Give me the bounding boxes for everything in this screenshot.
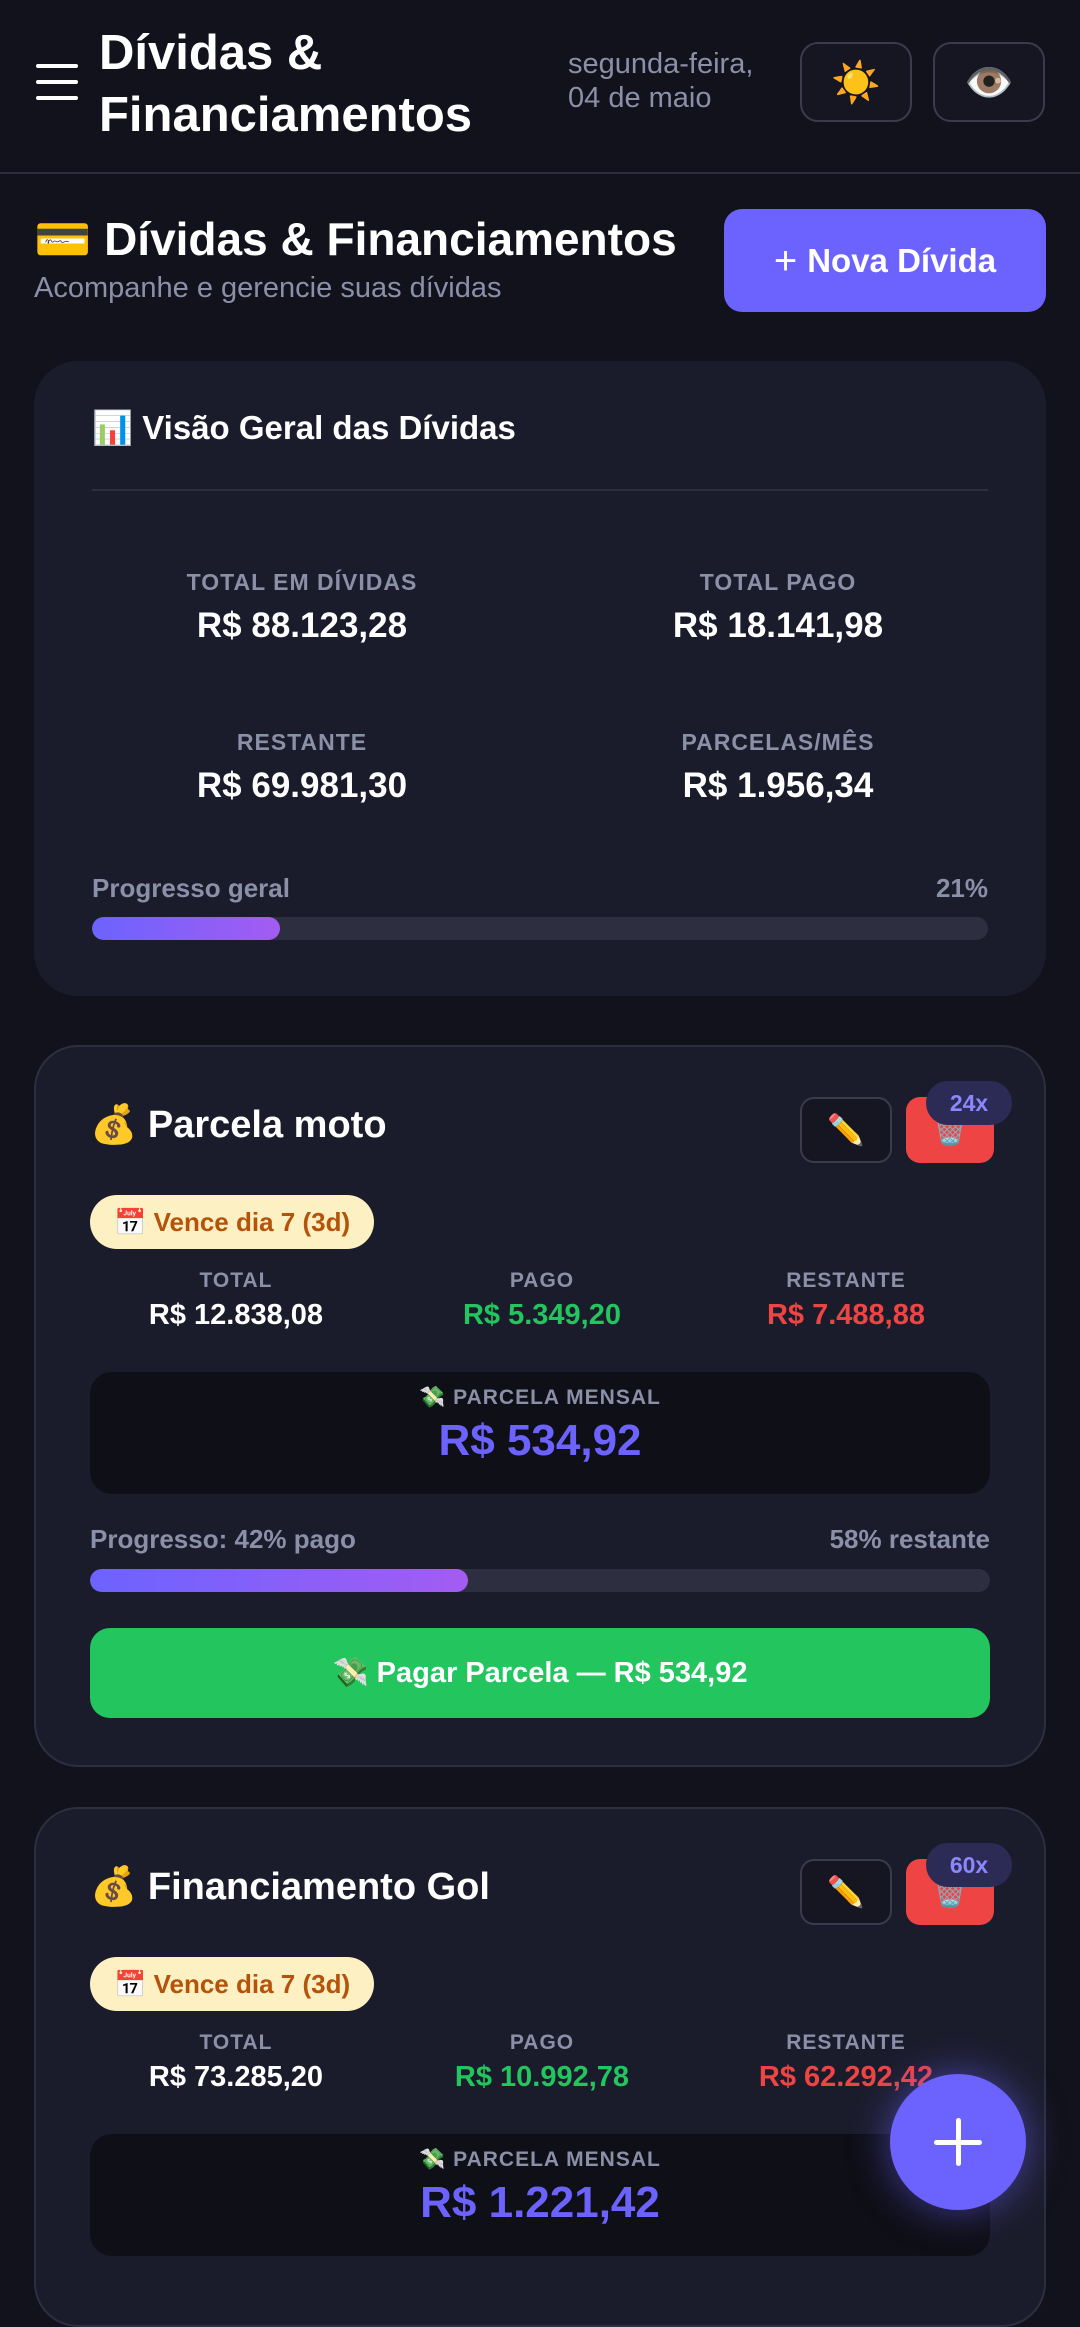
debt-paid: Pago R$ 5.349,20 bbox=[462, 1269, 621, 1331]
bar-chart-icon: 📊 bbox=[92, 409, 134, 446]
monthly-installment-box: 💸 Parcela mensal R$ 1.221,42 bbox=[90, 2134, 990, 2256]
page-header: 💳 Dívidas & Financiamentos Acompanhe e g… bbox=[34, 208, 1046, 318]
debt-total: Total R$ 73.285,20 bbox=[148, 2031, 324, 2093]
debt-progress-labels: Progresso: 42% pago 58% restante bbox=[90, 1524, 990, 1555]
debt-title: 💰 Parcela moto bbox=[90, 1104, 387, 1146]
debt-card: 💰 Financiamento Gol ✏️ 🗑️ 60x 📅 Vence di… bbox=[34, 1807, 1046, 2327]
debt-progress-remaining: 58% restante bbox=[829, 1524, 990, 1554]
installments-count-badge: 24x bbox=[926, 1081, 1012, 1125]
page-subtitle: Acompanhe e gerencie suas dívidas bbox=[34, 272, 502, 304]
add-fab-button[interactable] bbox=[890, 2074, 1026, 2210]
monthly-installment-value: R$ 534,92 bbox=[438, 1416, 642, 1465]
monthly-installment-value: R$ 1.221,42 bbox=[420, 2178, 660, 2227]
stat-total-paid: Total Pago R$ 18.141,98 bbox=[672, 569, 884, 645]
sun-icon: ☀️ bbox=[831, 60, 881, 105]
menu-icon[interactable] bbox=[36, 62, 78, 102]
stat-total-debts: Total em Dívidas R$ 88.123,28 bbox=[186, 569, 418, 645]
page-title: 💳 Dívidas & Financiamentos bbox=[34, 213, 677, 265]
divider bbox=[92, 489, 988, 491]
monthly-installment-box: 💸 Parcela mensal R$ 534,92 bbox=[90, 1372, 990, 1494]
app-title: Dívidas & Financiamentos bbox=[99, 26, 473, 142]
overall-progress-fill bbox=[92, 917, 281, 940]
plus-icon: + bbox=[773, 238, 798, 283]
overview-card: 📊 Visão Geral das Dívidas Total em Dívid… bbox=[34, 361, 1046, 996]
overall-progress-label: Progresso geral bbox=[92, 873, 290, 903]
theme-toggle-button[interactable]: ☀️ bbox=[800, 42, 912, 122]
overall-progress-percent: 21% bbox=[935, 873, 988, 903]
debt-remaining: Restante R$ 7.488,88 bbox=[766, 1269, 925, 1331]
credit-card-icon: 💳 bbox=[34, 213, 92, 265]
installments-count-badge: 60x bbox=[926, 1843, 1012, 1887]
debt-progress-fill bbox=[90, 1569, 468, 1592]
pay-installment-button[interactable]: 💸 Pagar Parcela — R$ 534,92 bbox=[90, 1628, 990, 1718]
new-debt-button[interactable]: + Nova Dívida bbox=[724, 209, 1046, 312]
debt-paid: Pago R$ 10.992,78 bbox=[454, 2031, 630, 2093]
due-date-badge: 📅 Vence dia 7 (3d) bbox=[90, 1195, 375, 1249]
stat-installments-month: Parcelas/Mês R$ 1.956,34 bbox=[681, 729, 875, 805]
visibility-toggle-button[interactable]: 👁️ bbox=[933, 42, 1045, 122]
debt-title: 💰 Financiamento Gol bbox=[90, 1866, 490, 1908]
debt-progress-paid: Progresso: 42% pago bbox=[90, 1524, 356, 1554]
debt-total: Total R$ 12.838,08 bbox=[148, 1269, 324, 1331]
edit-button[interactable]: ✏️ bbox=[800, 1859, 892, 1925]
top-bar: Dívidas & Financiamentos segunda-feira, … bbox=[0, 0, 1080, 174]
stat-remaining: Restante R$ 69.981,30 bbox=[196, 729, 408, 805]
edit-button[interactable]: ✏️ bbox=[800, 1097, 892, 1163]
debt-progress-bar bbox=[90, 1569, 990, 1592]
eye-icon: 👁️ bbox=[964, 60, 1014, 105]
debt-card: 💰 Parcela moto ✏️ 🗑️ 24x 📅 Vence dia 7 (… bbox=[34, 1045, 1046, 1767]
current-date: segunda-feira, 04 de maio bbox=[568, 48, 754, 114]
money-bag-icon: 💰 bbox=[90, 1104, 138, 1146]
plus-icon bbox=[934, 2118, 982, 2166]
overall-progress-bar bbox=[92, 917, 988, 940]
pencil-icon: ✏️ bbox=[827, 1875, 865, 1909]
overall-progress-labels: Progresso geral 21% bbox=[92, 873, 988, 904]
pencil-icon: ✏️ bbox=[827, 1113, 865, 1147]
overview-title: 📊 Visão Geral das Dívidas bbox=[92, 409, 516, 446]
due-date-badge: 📅 Vence dia 7 (3d) bbox=[90, 1957, 375, 2011]
money-bag-icon: 💰 bbox=[90, 1866, 138, 1908]
